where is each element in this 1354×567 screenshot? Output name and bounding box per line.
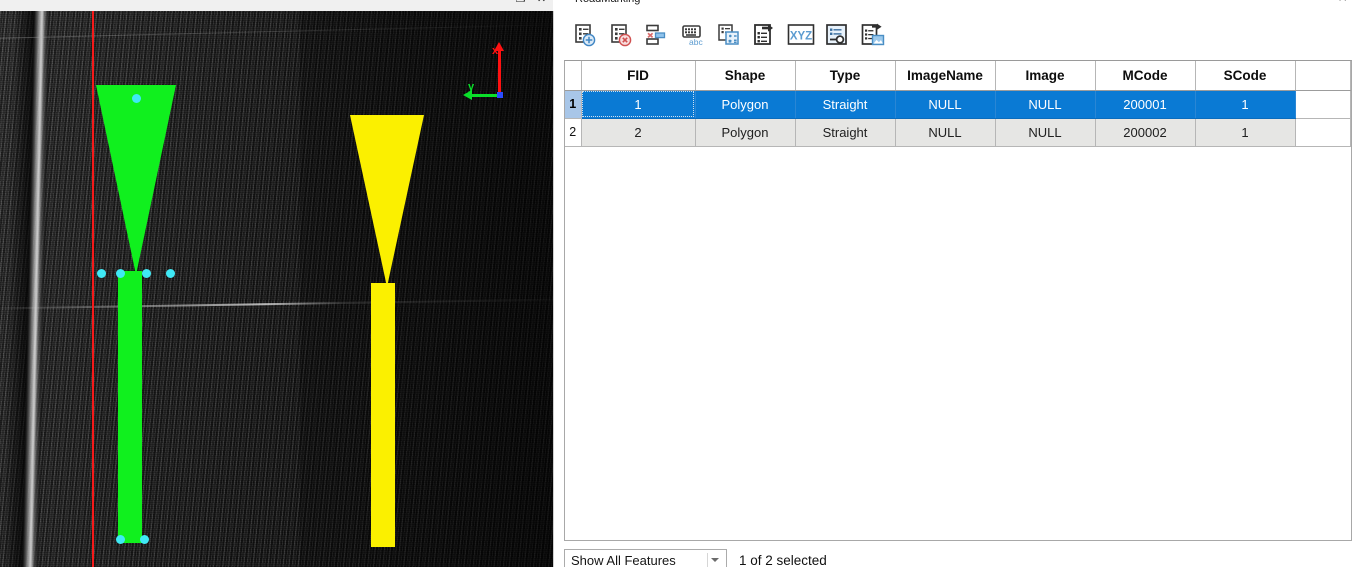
- xyz-coordinates-button[interactable]: XYZ: [784, 18, 818, 52]
- x-axis-line: [498, 49, 501, 97]
- attribute-table-panel: abc XYZ FID Shape Type ImageName Image M…: [560, 11, 1354, 567]
- green-arrow-shaft: [118, 271, 142, 543]
- application-window: — ❐ ✕ RoadMarking ··: [0, 0, 1354, 567]
- relate-table-button[interactable]: [820, 18, 854, 52]
- left-pane-titlebar: — ❐ ✕: [0, 0, 553, 11]
- table-status-bar: Show All Features 1 of 2 selected: [564, 547, 1352, 567]
- road-image-viewport[interactable]: x y: [0, 11, 553, 567]
- cell-image[interactable]: NULL: [995, 118, 1096, 147]
- topright-marks: ··: [1338, 0, 1349, 6]
- table-row[interactable]: 2 2 Polygon Straight NULL NULL 200002 1: [565, 118, 1351, 147]
- export-to-image-button[interactable]: [856, 18, 890, 52]
- cell-mcode[interactable]: 200002: [1095, 118, 1196, 147]
- column-header-mcode[interactable]: MCode: [1095, 61, 1196, 91]
- vertex-handle[interactable]: [131, 93, 141, 103]
- column-header-imagename[interactable]: ImageName: [895, 61, 996, 91]
- red-reference-line: [92, 11, 94, 567]
- cell-type[interactable]: Straight: [795, 118, 896, 147]
- add-field-icon: [575, 23, 596, 46]
- column-header-filler: [1295, 61, 1351, 91]
- chevron-down-icon: [711, 558, 719, 562]
- calculate-field-button[interactable]: [640, 18, 674, 52]
- xyz-icon: XYZ: [787, 23, 815, 45]
- export-image-icon: [861, 23, 885, 45]
- column-header-fid[interactable]: FID: [581, 61, 696, 91]
- cell-image[interactable]: NULL: [995, 90, 1096, 119]
- yellow-arrow-head: [350, 115, 424, 287]
- cell-fid[interactable]: 1: [581, 90, 696, 119]
- row-header[interactable]: 1: [565, 90, 582, 119]
- vertex-handle[interactable]: [115, 534, 125, 544]
- cell-imagename[interactable]: NULL: [895, 118, 996, 147]
- feature-filter-value: Show All Features: [571, 552, 676, 567]
- row-header-corner: [565, 61, 582, 91]
- column-header-image[interactable]: Image: [995, 61, 1096, 91]
- cell-shape[interactable]: Polygon: [695, 118, 796, 147]
- row-header[interactable]: 2: [565, 118, 582, 147]
- vertex-handle[interactable]: [141, 268, 151, 278]
- table-header-row: FID Shape Type ImageName Image MCode SCo…: [565, 61, 1351, 91]
- cell-shape[interactable]: Polygon: [695, 90, 796, 119]
- svg-text:abc: abc: [689, 37, 703, 47]
- field-calculator-button[interactable]: [712, 18, 746, 52]
- right-pane-titlebar: RoadMarking ··: [553, 0, 1354, 11]
- cell-imagename[interactable]: NULL: [895, 90, 996, 119]
- close-icon[interactable]: ✕: [536, 0, 547, 5]
- add-field-button[interactable]: [568, 18, 602, 52]
- feature-table: FID Shape Type ImageName Image MCode SCo…: [565, 61, 1351, 149]
- coordinate-axis-widget: x y: [463, 41, 519, 103]
- table-body: 1 1 Polygon Straight NULL NULL 200001 1 …: [565, 90, 1351, 149]
- cell-scode[interactable]: 1: [1195, 118, 1296, 147]
- attribute-table-toolbar: abc XYZ: [560, 11, 1354, 58]
- relate-icon: [826, 23, 847, 45]
- cell-fid[interactable]: 2: [581, 118, 696, 147]
- export-records-icon: [754, 23, 773, 45]
- cell-filler: [1295, 90, 1351, 119]
- window-controls[interactable]: — ❐ ✕: [494, 0, 547, 5]
- y-axis-label: y: [468, 81, 475, 93]
- column-header-type[interactable]: Type: [795, 61, 896, 91]
- column-header-scode[interactable]: SCode: [1195, 61, 1296, 91]
- maximize-icon[interactable]: ❐: [515, 0, 526, 5]
- vertex-handle[interactable]: [165, 268, 175, 278]
- x-axis-label: x: [492, 45, 499, 57]
- calculate-field-icon: [646, 24, 666, 45]
- cell-filler: [1295, 118, 1351, 147]
- table-empty-area: [565, 146, 1351, 149]
- document-title: RoadMarking: [575, 0, 640, 5]
- green-arrow-feature[interactable]: [96, 85, 178, 545]
- attribute-data-grid[interactable]: FID Shape Type ImageName Image MCode SCo…: [564, 60, 1352, 541]
- calculator-icon: [718, 23, 739, 45]
- cell-type[interactable]: Straight: [795, 90, 896, 119]
- column-header-shape[interactable]: Shape: [695, 61, 796, 91]
- panel-splitter[interactable]: [553, 11, 560, 567]
- vertex-handle[interactable]: [115, 268, 125, 278]
- cell-mcode[interactable]: 200001: [1095, 90, 1196, 119]
- feature-filter-dropdown[interactable]: Show All Features: [564, 549, 727, 567]
- combo-separator: [707, 553, 708, 567]
- axis-origin-marker: [497, 92, 503, 98]
- minimize-icon[interactable]: —: [494, 0, 505, 5]
- vertex-handle[interactable]: [96, 268, 106, 278]
- export-records-button[interactable]: [748, 18, 782, 52]
- cell-scode[interactable]: 1: [1195, 90, 1296, 119]
- yellow-arrow-shaft: [371, 283, 395, 547]
- table-row[interactable]: 1 1 Polygon Straight NULL NULL 200001 1: [565, 90, 1351, 119]
- selection-count-label: 1 of 2 selected: [739, 552, 827, 567]
- keyboard-abc-icon: abc: [682, 24, 703, 47]
- svg-text:XYZ: XYZ: [790, 30, 812, 42]
- window-chrome-strip: — ❐ ✕ RoadMarking ··: [0, 0, 1354, 11]
- yellow-arrow-feature[interactable]: [350, 115, 424, 547]
- vertex-handle[interactable]: [139, 534, 149, 544]
- text-entry-button[interactable]: abc: [676, 18, 710, 52]
- green-arrow-head: [96, 85, 176, 275]
- delete-field-icon: [611, 23, 632, 46]
- delete-field-button[interactable]: [604, 18, 638, 52]
